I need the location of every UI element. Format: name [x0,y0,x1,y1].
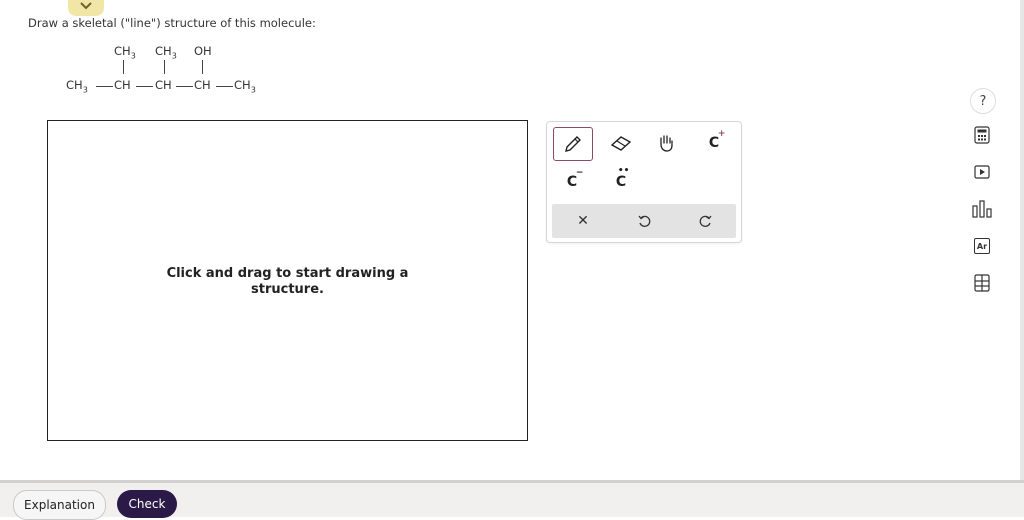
hand-tool-button[interactable] [647,127,685,159]
scrollbar-track[interactable] [1020,0,1024,480]
undo-button[interactable] [624,204,664,238]
lone-pair-tool-button[interactable]: •• C [602,166,640,198]
carbanion-tool-button[interactable]: C − [553,166,591,198]
eraser-icon [610,136,632,151]
lone-pair-icon: •• C [615,166,630,190]
periodic-table-button[interactable]: Ar [972,236,992,256]
pencil-icon [565,136,581,152]
substituent-label: CH3 [114,44,136,61]
video-icon [974,165,990,179]
canvas-hint: Click and drag to start drawing a struct… [166,266,409,297]
bond-line [202,60,203,74]
chart-icon [972,200,992,218]
hand-icon [660,135,673,152]
molecule-structure: CH3 CH3 OH CH3 CH CH CH CH3 [66,44,286,100]
data-table-icon [974,274,990,292]
clear-icon: ✕ [577,213,589,229]
substituent-label: CH3 [155,44,177,61]
chart-button[interactable] [972,199,992,219]
clear-button[interactable]: ✕ [563,204,603,238]
carbocation-tool-button[interactable]: C + [695,127,733,159]
bond-line [216,86,233,87]
chain-atom: CH3 [234,78,256,95]
undo-icon [638,215,651,227]
bond-line [136,86,153,87]
redo-icon [699,215,712,227]
calculator-icon [974,126,990,144]
carbocation-icon: C + [708,129,726,151]
drawing-canvas[interactable]: Click and drag to start drawing a struct… [47,120,528,441]
eraser-tool-button[interactable] [602,127,640,159]
redo-button[interactable] [686,204,726,238]
bond-line [96,86,113,87]
help-icon: ? [979,93,987,109]
substituent-label: OH [194,44,212,58]
carbanion-icon: C − [566,168,584,190]
chevron-down-icon [80,1,92,9]
help-button[interactable]: ? [970,88,996,114]
chain-atom: CH [155,78,172,92]
explanation-button[interactable]: Explanation [13,490,106,520]
action-bar: ✕ [552,204,736,238]
collapse-chevron-button[interactable] [68,0,104,16]
bond-line [123,60,124,74]
video-button[interactable] [972,162,992,182]
bond-line [164,60,165,74]
data-table-button[interactable] [972,273,992,293]
chain-atom: CH [194,78,211,92]
bond-line [176,86,193,87]
chain-atom: CH [114,78,131,92]
calculator-button[interactable] [972,125,992,145]
pencil-tool-button[interactable] [553,127,593,161]
drawing-toolbox: C + C − •• C ✕ [546,121,742,243]
periodic-table-icon: Ar [974,238,990,254]
chain-atom: CH3 [66,78,88,95]
question-prompt: Draw a skeletal ("line") structure of th… [28,16,316,30]
